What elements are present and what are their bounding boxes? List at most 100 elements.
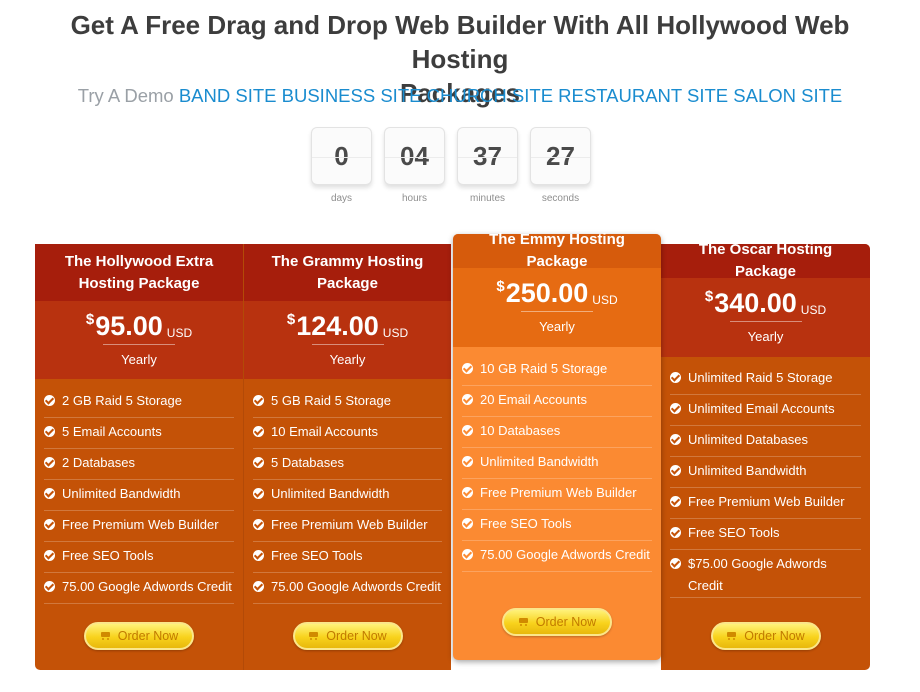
countdown-seconds: 27 seconds	[530, 127, 591, 209]
pricing-table: The Hollywood Extra Hosting Package $ 95…	[35, 231, 870, 672]
demo-link-business-site[interactable]: BUSINESS SITE	[282, 85, 422, 106]
check-circle-icon	[44, 550, 55, 561]
check-circle-icon	[253, 488, 264, 499]
order-now-button[interactable]: Order Now	[710, 622, 821, 650]
plan-title: The Oscar Hosting Package	[661, 241, 870, 280]
feature-item: Free SEO Tools	[670, 519, 861, 550]
feature-text: Unlimited Email Accounts	[688, 401, 835, 416]
currency-symbol: $	[496, 278, 505, 295]
demo-prefix: Try A Demo	[77, 85, 174, 106]
plan-price-block: $ 124.00 USD Yearly	[244, 301, 451, 379]
price-amount: 340.00	[714, 288, 797, 318]
check-circle-icon	[670, 527, 681, 538]
check-circle-icon	[670, 465, 681, 476]
feature-text: Free Premium Web Builder	[480, 485, 637, 500]
feature-item: Free SEO Tools	[253, 542, 442, 573]
order-now-label: Order Now	[326, 629, 387, 643]
price-amount: 95.00	[95, 311, 163, 341]
feature-item: 75.00 Google Adwords Credit	[44, 573, 234, 604]
feature-item: 10 GB Raid 5 Storage	[462, 355, 652, 386]
check-circle-icon	[253, 426, 264, 437]
currency-symbol: $	[704, 288, 714, 305]
demo-link-band-site[interactable]: BAND SITE	[179, 85, 277, 106]
order-now-button[interactable]: Order Now	[292, 622, 403, 650]
feature-item: Free Premium Web Builder	[253, 511, 442, 542]
feature-text: Free SEO Tools	[688, 525, 780, 540]
price-unit: USD	[800, 303, 827, 317]
order-now-button[interactable]: Order Now	[502, 608, 612, 636]
countdown-minutes: 37 minutes	[457, 127, 518, 209]
feature-list: Unlimited Raid 5 Storage Unlimited Email…	[661, 357, 870, 598]
feature-text: Free Premium Web Builder	[688, 494, 845, 509]
feature-text: Free Premium Web Builder	[62, 517, 219, 532]
feature-text: Unlimited Bandwidth	[688, 463, 807, 478]
cart-icon	[308, 631, 320, 641]
cart-icon	[726, 631, 738, 641]
feature-item: 75.00 Google Adwords Credit	[462, 541, 652, 572]
billing-period: Yearly	[539, 319, 575, 334]
price-unit: USD	[382, 326, 409, 340]
feature-item: Unlimited Raid 5 Storage	[670, 364, 861, 395]
feature-item: 2 GB Raid 5 Storage	[44, 387, 234, 418]
feature-item: 75.00 Google Adwords Credit	[253, 573, 442, 604]
feature-text: $75.00 Google Adwords Credit	[688, 556, 827, 593]
check-circle-icon	[462, 456, 473, 467]
plan-title: The Hollywood Extra Hosting Package	[35, 244, 243, 301]
price-divider	[521, 311, 593, 312]
check-circle-icon	[462, 487, 473, 498]
check-circle-icon	[44, 581, 55, 592]
check-circle-icon	[253, 395, 264, 406]
feature-item: 5 Email Accounts	[44, 418, 234, 449]
demo-link-restaurant-site[interactable]: RESTAURANT SITE	[558, 85, 728, 106]
feature-item: Free Premium Web Builder	[44, 511, 234, 542]
check-circle-icon	[462, 518, 473, 529]
feature-text: 75.00 Google Adwords Credit	[480, 547, 650, 562]
feature-list: 2 GB Raid 5 Storage 5 Email Accounts 2 D…	[35, 379, 243, 604]
order-now-button[interactable]: Order Now	[84, 622, 194, 650]
countdown-hours-value: 04	[384, 127, 445, 185]
demo-link-salon-site[interactable]: SALON SITE	[733, 85, 842, 106]
feature-text: 75.00 Google Adwords Credit	[62, 579, 232, 594]
countdown-seconds-label: seconds	[541, 193, 580, 204]
feature-text: Free Premium Web Builder	[271, 517, 428, 532]
countdown-hours-label: hours	[401, 193, 427, 204]
countdown-seconds-value: 27	[530, 127, 591, 185]
feature-text: 20 Email Accounts	[480, 392, 587, 407]
price-line: $ 340.00 USD	[705, 286, 826, 320]
feature-item: Free SEO Tools	[462, 510, 652, 541]
countdown-days-label: days	[330, 193, 353, 204]
order-now-label: Order Now	[744, 629, 805, 643]
order-now-label: Order Now	[117, 629, 179, 643]
countdown-days-value: 0	[311, 127, 372, 185]
cart-icon	[518, 617, 530, 627]
check-circle-icon	[253, 550, 264, 561]
countdown-minutes-label: minutes	[469, 193, 505, 204]
feature-text: Unlimited Bandwidth	[480, 454, 599, 469]
price-amount: 250.00	[505, 278, 589, 308]
check-circle-icon	[253, 457, 264, 468]
check-circle-icon	[253, 519, 264, 530]
feature-text: Unlimited Raid 5 Storage	[688, 370, 833, 385]
check-circle-icon	[44, 519, 55, 530]
currency-symbol: $	[85, 311, 95, 328]
plan-price-block: $ 95.00 USD Yearly	[35, 301, 243, 379]
plan-card-grammy: The Grammy Hosting Package $ 124.00 USD …	[243, 244, 451, 670]
feature-item: Free SEO Tools	[44, 542, 234, 573]
feature-item: Unlimited Bandwidth	[44, 480, 234, 511]
plan-card-emmy-featured: The Emmy Hosting Package $ 250.00 USD Ye…	[453, 231, 661, 660]
feature-text: Unlimited Bandwidth	[62, 486, 181, 501]
feature-item: 10 Databases	[462, 417, 652, 448]
billing-period: Yearly	[121, 352, 157, 367]
plan-title: The Emmy Hosting Package	[453, 231, 661, 270]
check-circle-icon	[670, 372, 681, 383]
feature-text: 2 GB Raid 5 Storage	[62, 393, 182, 408]
price-unit: USD	[166, 326, 193, 340]
billing-period: Yearly	[747, 329, 784, 344]
demo-link-church-site[interactable]: CHURCH SITE	[427, 85, 553, 106]
plan-title: The Grammy Hosting Package	[244, 244, 451, 301]
feature-item: Unlimited Databases	[670, 426, 861, 457]
check-circle-icon	[44, 457, 55, 468]
check-circle-icon	[670, 496, 681, 507]
feature-text: 5 Email Accounts	[62, 424, 162, 439]
check-circle-icon	[462, 425, 473, 436]
